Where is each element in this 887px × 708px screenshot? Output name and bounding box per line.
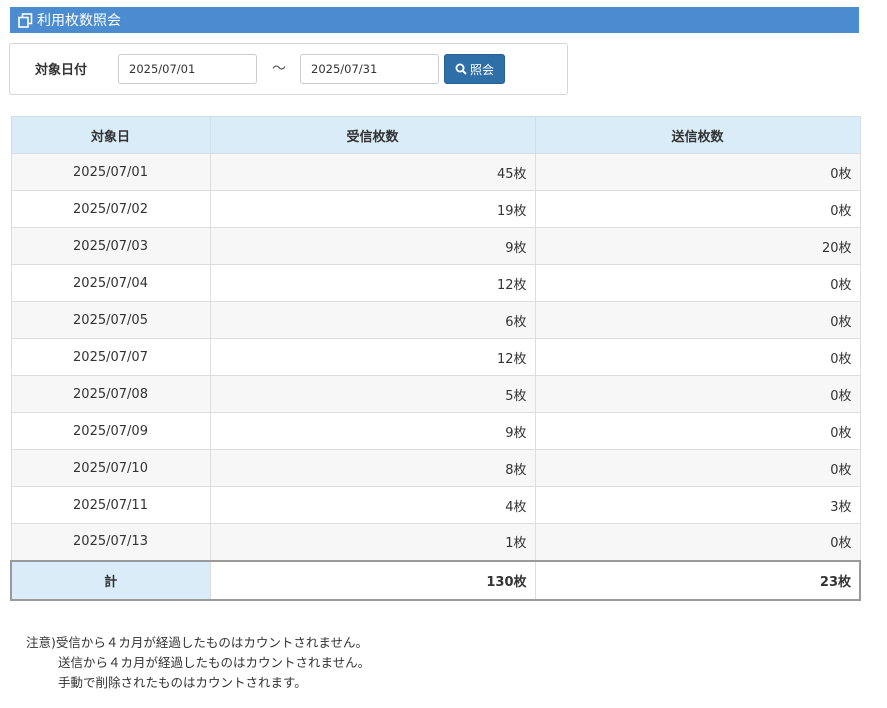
row-date: 2025/07/10 [10,449,211,487]
table-row: 2025/07/07 12枚 0枚 [10,338,861,376]
total-label: 計 [10,559,211,601]
row-date: 2025/07/02 [10,190,211,228]
page-header: 利用枚数照会 [10,7,859,33]
usage-table: 対象日 受信枚数 送信枚数 2025/07/01 45枚 0枚 2025/07/… [10,116,861,601]
row-date: 2025/07/11 [10,486,211,524]
row-sent: 0枚 [534,301,861,339]
search-button[interactable]: 照会 [444,54,505,84]
notes: 注意)受信から４カ月が経過したものはカウントされません。 送信から４カ月が経過し… [26,633,370,693]
table-header-row: 対象日 受信枚数 送信枚数 [10,116,861,154]
row-date: 2025/07/01 [10,153,211,191]
row-received: 9枚 [209,412,536,450]
row-date: 2025/07/08 [10,375,211,413]
table-row: 2025/07/10 8枚 0枚 [10,449,861,487]
table-row: 2025/07/05 6枚 0枚 [10,301,861,339]
row-date: 2025/07/13 [10,523,211,561]
row-received: 8枚 [209,449,536,487]
row-received: 1枚 [209,523,536,561]
column-header-received: 受信枚数 [209,116,536,154]
row-date: 2025/07/04 [10,264,211,302]
row-received: 12枚 [209,338,536,376]
search-icon [455,63,467,75]
row-date: 2025/07/07 [10,338,211,376]
row-received: 19枚 [209,190,536,228]
date-range-label: 対象日付 [35,63,88,78]
date-from-input[interactable] [118,54,257,84]
row-sent: 0枚 [534,338,861,376]
table-row: 2025/07/04 12枚 0枚 [10,264,861,302]
table-row: 2025/07/03 9枚 20枚 [10,227,861,265]
note-line: 送信から４カ月が経過したものはカウントされません。 [58,655,371,670]
row-sent: 20枚 [534,227,861,265]
row-sent: 0枚 [534,153,861,191]
column-header-sent: 送信枚数 [534,116,861,154]
table-row: 2025/07/13 1枚 0枚 [10,523,861,561]
row-received: 45枚 [209,153,536,191]
row-sent: 0枚 [534,190,861,228]
row-sent: 3枚 [534,486,861,524]
row-received: 4枚 [209,486,536,524]
row-date: 2025/07/09 [10,412,211,450]
column-header-date: 対象日 [10,116,211,154]
note-line: 注意)受信から４カ月が経過したものはカウントされません。 [26,635,369,650]
date-range-separator: ～ [272,61,286,77]
total-row: 計 130枚 23枚 [10,559,861,601]
row-sent: 0枚 [534,375,861,413]
search-button-label: 照会 [469,62,494,77]
table-row: 2025/07/08 5枚 0枚 [10,375,861,413]
row-date: 2025/07/03 [10,227,211,265]
search-panel: 対象日付 ～ 照会 [9,43,568,95]
date-to-input[interactable] [300,54,439,84]
row-date: 2025/07/05 [10,301,211,339]
note-line: 手動で削除されたものはカウントされます。 [58,675,307,690]
page-title: 利用枚数照会 [37,13,121,29]
row-sent: 0枚 [534,412,861,450]
copy-icon [18,12,33,28]
total-sent: 23枚 [534,559,861,601]
row-received: 12枚 [209,264,536,302]
row-sent: 0枚 [534,449,861,487]
table-row: 2025/07/09 9枚 0枚 [10,412,861,450]
row-received: 9枚 [209,227,536,265]
row-sent: 0枚 [534,523,861,561]
table-row: 2025/07/02 19枚 0枚 [10,190,861,228]
table-row: 2025/07/11 4枚 3枚 [10,486,861,524]
row-received: 5枚 [209,375,536,413]
table-row: 2025/07/01 45枚 0枚 [10,153,861,191]
row-sent: 0枚 [534,264,861,302]
total-received: 130枚 [209,559,536,601]
row-received: 6枚 [209,301,536,339]
